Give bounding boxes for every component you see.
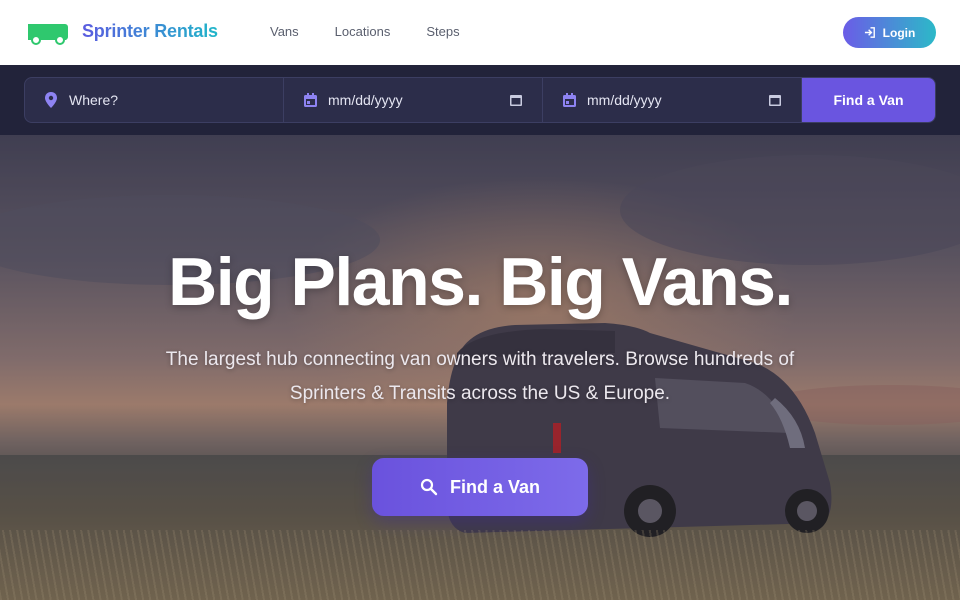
hero-section: Big Plans. Big Vans. The largest hub con… (0, 135, 960, 600)
van-icon (28, 24, 68, 45)
nav-item-locations[interactable]: Locations (335, 24, 391, 39)
calendar-icon (302, 92, 318, 108)
location-pin-icon (43, 92, 59, 108)
main-nav: Vans Locations Steps (270, 24, 496, 39)
date-picker-icon[interactable] (769, 94, 781, 106)
date-picker-icon[interactable] (510, 94, 522, 106)
start-date-value: mm/dd/yyyy (328, 92, 403, 108)
start-date-field[interactable]: mm/dd/yyyy (284, 78, 543, 122)
login-label: Login (882, 25, 916, 40)
hero-cta-label: Find a Van (449, 476, 541, 497)
where-field[interactable]: Where? (25, 78, 284, 122)
nav-item-steps[interactable]: Steps (426, 24, 459, 39)
top-header: Sprinter Rentals Vans Locations Steps Lo… (0, 0, 960, 65)
brand-name[interactable]: Sprinter Rentals (82, 21, 218, 42)
hero-subtitle: The largest hub connecting van owners wi… (165, 349, 795, 404)
login-button[interactable]: Login (843, 17, 936, 48)
where-placeholder: Where? (69, 92, 119, 108)
hero-title: Big Plans. Big Vans. (168, 244, 793, 320)
search-bar: Where? mm/dd/yyyy mm/dd/yyyy Find a Van (24, 77, 936, 123)
nav-item-vans[interactable]: Vans (270, 24, 299, 39)
calendar-icon (561, 92, 577, 108)
end-date-field[interactable]: mm/dd/yyyy (543, 78, 802, 122)
end-date-value: mm/dd/yyyy (587, 92, 662, 108)
hero-find-van-button[interactable]: Find a Van (372, 458, 588, 516)
search-icon (420, 478, 438, 496)
find-van-button[interactable]: Find a Van (802, 78, 935, 122)
search-strip: Where? mm/dd/yyyy mm/dd/yyyy Find a Van (0, 65, 960, 135)
logo[interactable] (26, 20, 70, 46)
login-icon (864, 27, 875, 38)
